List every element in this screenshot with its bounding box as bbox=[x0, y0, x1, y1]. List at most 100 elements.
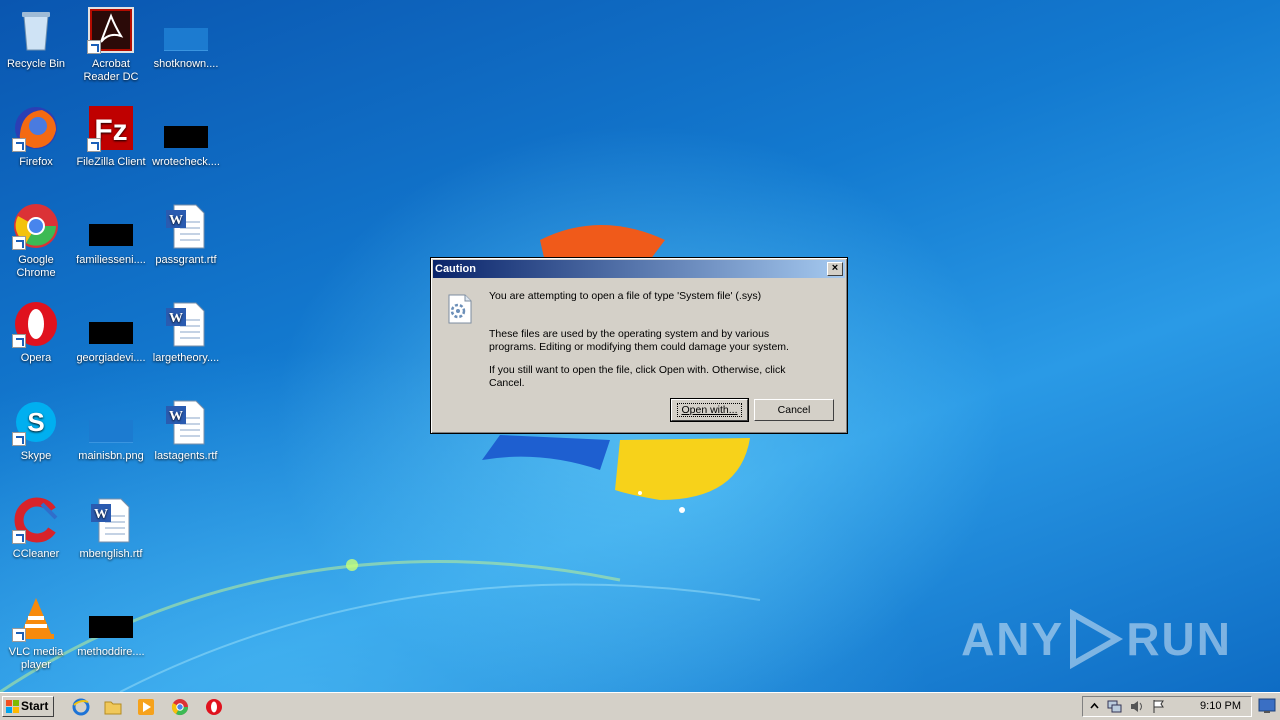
shortcut-arrow-icon bbox=[12, 530, 26, 544]
anyrun-watermark: ANY RUN bbox=[961, 608, 1232, 670]
internet-explorer-icon[interactable] bbox=[72, 698, 90, 716]
show-desktop-icon[interactable] bbox=[1258, 698, 1276, 714]
shortcut-arrow-icon bbox=[12, 432, 26, 446]
shortcut-arrow-icon bbox=[87, 138, 101, 152]
desktop-icon-label: Opera bbox=[20, 352, 52, 364]
dialog-message-file-type: You are attempting to open a file of typ… bbox=[489, 290, 762, 302]
shortcut-arrow-icon bbox=[12, 138, 26, 152]
volume-icon[interactable] bbox=[1129, 699, 1144, 714]
chrome-icon[interactable] bbox=[171, 698, 189, 716]
desktop-icon-google-chrome[interactable]: Google Chrome bbox=[0, 202, 74, 280]
image-file-icon bbox=[87, 300, 135, 348]
caution-dialog: Caution × You are attempting to open a f… bbox=[430, 257, 848, 434]
watermark-text-left: ANY bbox=[961, 613, 1065, 665]
desktop-icon-shotknown[interactable]: shotknown.... bbox=[148, 6, 224, 71]
desktop-icon-label: georgiadevi.... bbox=[76, 352, 146, 364]
skype-icon: S bbox=[12, 398, 60, 446]
acrobat-icon bbox=[87, 6, 135, 54]
action-center-flag-icon[interactable] bbox=[1151, 699, 1166, 714]
desktop-icon-methoddire[interactable]: methoddire.... bbox=[73, 594, 149, 659]
media-player-icon[interactable] bbox=[137, 698, 155, 716]
firefox-icon bbox=[12, 104, 60, 152]
image-file-icon bbox=[87, 202, 135, 250]
dialog-close-button[interactable]: × bbox=[827, 262, 843, 276]
desktop-icon-label: shotknown.... bbox=[153, 58, 219, 70]
shortcut-arrow-icon bbox=[87, 40, 101, 54]
desktop-icon-label: lastagents.rtf bbox=[154, 450, 218, 462]
desktop-icon-filezilla[interactable]: Fz FileZilla Client bbox=[73, 104, 149, 169]
desktop-icon-passgrant[interactable]: W passgrant.rtf bbox=[148, 202, 224, 267]
svg-text:W: W bbox=[169, 213, 183, 228]
desktop-icon-skype[interactable]: S Skype bbox=[0, 398, 74, 463]
dialog-message-warning: These files are used by the operating sy… bbox=[489, 328, 789, 353]
cancel-button[interactable]: Cancel bbox=[754, 399, 834, 421]
desktop-icon-label: mbenglish.rtf bbox=[79, 548, 143, 560]
desktop: Recycle Bin Firefox Google Chrome Opera … bbox=[0, 0, 1280, 692]
desktop-icon-label: familiesseni.... bbox=[76, 254, 146, 266]
desktop-icon-vlc[interactable]: VLC media player bbox=[0, 594, 74, 672]
image-file-icon bbox=[87, 594, 135, 642]
chrome-icon bbox=[12, 202, 60, 250]
desktop-icon-ccleaner[interactable]: CCleaner bbox=[0, 496, 74, 561]
svg-text:S: S bbox=[27, 407, 44, 437]
dialog-titlebar[interactable]: Caution × bbox=[433, 260, 845, 278]
desktop-icon-label: passgrant.rtf bbox=[155, 254, 217, 266]
network-icon[interactable] bbox=[1107, 699, 1122, 714]
folder-icon[interactable] bbox=[104, 698, 122, 716]
shortcut-arrow-icon bbox=[12, 236, 26, 250]
start-label: Start bbox=[21, 699, 49, 713]
desktop-icon-label: FileZilla Client bbox=[76, 156, 146, 168]
vlc-icon bbox=[12, 594, 60, 642]
open-with-button[interactable]: Open with... bbox=[670, 398, 749, 422]
desktop-icon-label: Recycle Bin bbox=[6, 58, 66, 70]
svg-text:W: W bbox=[169, 311, 183, 326]
ccleaner-icon bbox=[12, 496, 60, 544]
watermark-text-right: RUN bbox=[1126, 613, 1232, 665]
desktop-icon-label: mainisbn.png bbox=[78, 450, 144, 462]
system-tray: 9:10 PM bbox=[1082, 696, 1252, 717]
desktop-icon-mbenglish[interactable]: W mbenglish.rtf bbox=[73, 496, 149, 561]
desktop-icon-firefox[interactable]: Firefox bbox=[0, 104, 74, 169]
shortcut-arrow-icon bbox=[12, 334, 26, 348]
image-file-icon bbox=[162, 6, 210, 54]
windows-flag-icon bbox=[6, 700, 19, 713]
play-triangle-icon bbox=[1070, 608, 1124, 670]
filezilla-icon: Fz bbox=[87, 104, 135, 152]
word-document-icon: W bbox=[162, 300, 210, 348]
image-file-icon bbox=[87, 398, 135, 446]
word-document-icon: W bbox=[87, 496, 135, 544]
image-file-icon bbox=[162, 104, 210, 152]
desktop-icon-familiesseni[interactable]: familiesseni.... bbox=[73, 202, 149, 267]
desktop-icon-mainisbn[interactable]: mainisbn.png bbox=[73, 398, 149, 463]
desktop-icon-acrobat-reader[interactable]: Acrobat Reader DC bbox=[73, 6, 149, 84]
desktop-icon-wrotecheck[interactable]: wrotecheck.... bbox=[148, 104, 224, 169]
dialog-message-instructions: If you still want to open the file, clic… bbox=[489, 364, 786, 389]
desktop-icon-largetheory[interactable]: W largetheory.... bbox=[148, 300, 224, 365]
desktop-icon-label: largetheory.... bbox=[152, 352, 220, 364]
word-document-icon: W bbox=[162, 202, 210, 250]
desktop-icon-label: CCleaner bbox=[12, 548, 60, 560]
desktop-icon-label: Google Chrome bbox=[16, 254, 56, 279]
opera-icon bbox=[12, 300, 60, 348]
opera-icon[interactable] bbox=[205, 698, 223, 716]
svg-text:W: W bbox=[169, 409, 183, 424]
desktop-icon-recycle-bin[interactable]: Recycle Bin bbox=[0, 6, 74, 71]
system-file-icon bbox=[448, 294, 472, 324]
desktop-icon-lastagents[interactable]: W lastagents.rtf bbox=[148, 398, 224, 463]
desktop-icon-label: VLC media player bbox=[8, 646, 64, 671]
desktop-icon-label: Skype bbox=[20, 450, 52, 462]
desktop-icon-georgiadevi[interactable]: georgiadevi.... bbox=[73, 300, 149, 365]
open-with-button-label: Open with... bbox=[677, 403, 742, 417]
recycle-bin-icon bbox=[12, 6, 60, 54]
desktop-icon-label: wrotecheck.... bbox=[152, 156, 220, 168]
svg-text:W: W bbox=[94, 507, 108, 522]
clock[interactable]: 9:10 PM bbox=[1200, 697, 1241, 716]
taskbar: Start 9:10 PM bbox=[0, 692, 1280, 720]
start-button[interactable]: Start bbox=[2, 696, 54, 717]
word-document-icon: W bbox=[162, 398, 210, 446]
shortcut-arrow-icon bbox=[12, 628, 26, 642]
dialog-title: Caution bbox=[435, 263, 476, 275]
desktop-icon-label: Acrobat Reader DC bbox=[83, 58, 139, 83]
desktop-icon-opera[interactable]: Opera bbox=[0, 300, 74, 365]
show-hidden-icons-icon[interactable] bbox=[1087, 699, 1102, 714]
